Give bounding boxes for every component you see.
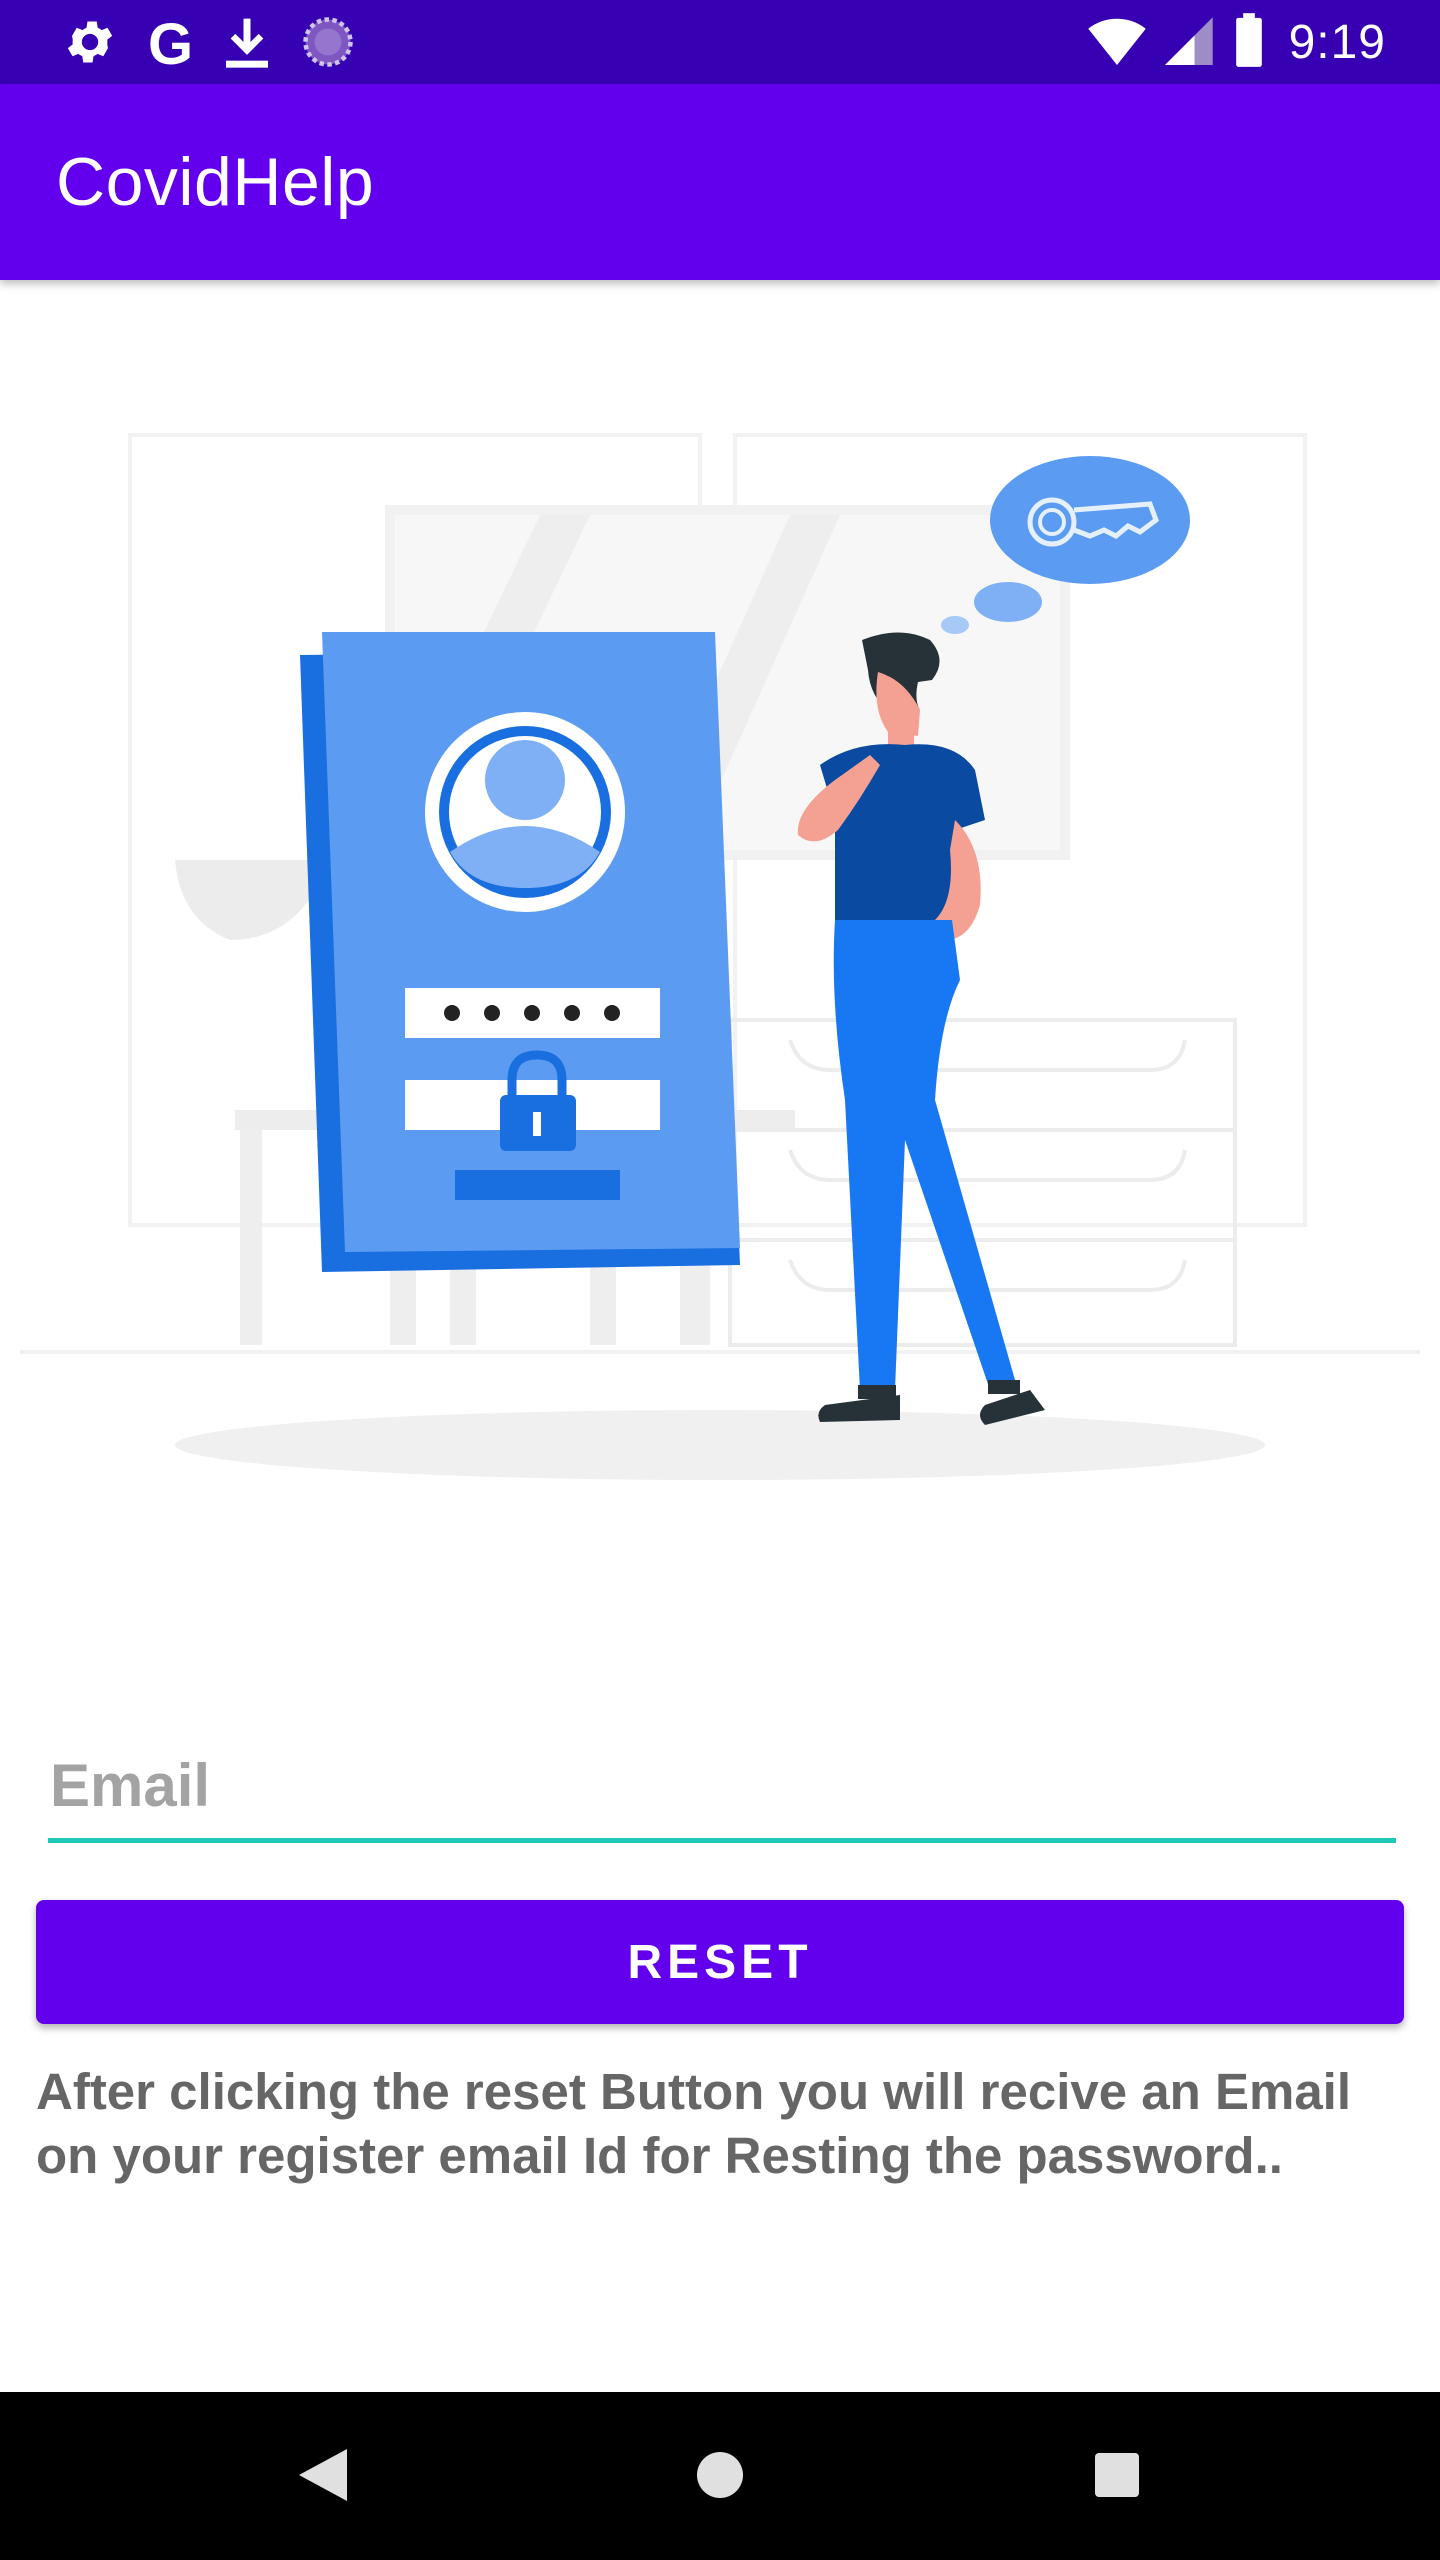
system-nav-bar <box>0 2392 1440 2560</box>
status-bar: G 9:19 <box>0 0 1440 84</box>
home-button[interactable] <box>675 2432 765 2522</box>
reset-info-text: After clicking the reset Button you will… <box>36 2063 1352 2184</box>
sync-icon <box>301 15 355 74</box>
forgot-password-illustration <box>0 380 1440 1500</box>
status-time: 9:19 <box>1288 15 1386 69</box>
status-left-icons: G <box>62 14 355 75</box>
back-button[interactable] <box>278 2432 368 2522</box>
back-icon <box>295 2445 351 2510</box>
recents-icon <box>1094 2452 1140 2503</box>
recents-button[interactable] <box>1072 2432 1162 2522</box>
email-input[interactable] <box>48 1740 1396 1843</box>
google-icon: G <box>148 11 194 77</box>
illustration-svg <box>20 433 1420 1480</box>
wifi-icon <box>1087 12 1147 73</box>
app-bar: CovidHelp <box>0 84 1440 280</box>
battery-icon <box>1233 12 1265 73</box>
status-right-icons: 9:19 <box>1087 12 1386 73</box>
reset-button[interactable]: RESET <box>36 1900 1404 2024</box>
app-title: CovidHelp <box>56 144 375 220</box>
download-icon <box>223 14 271 75</box>
settings-icon <box>62 14 118 75</box>
signal-icon <box>1164 12 1215 73</box>
home-icon <box>695 2450 745 2505</box>
